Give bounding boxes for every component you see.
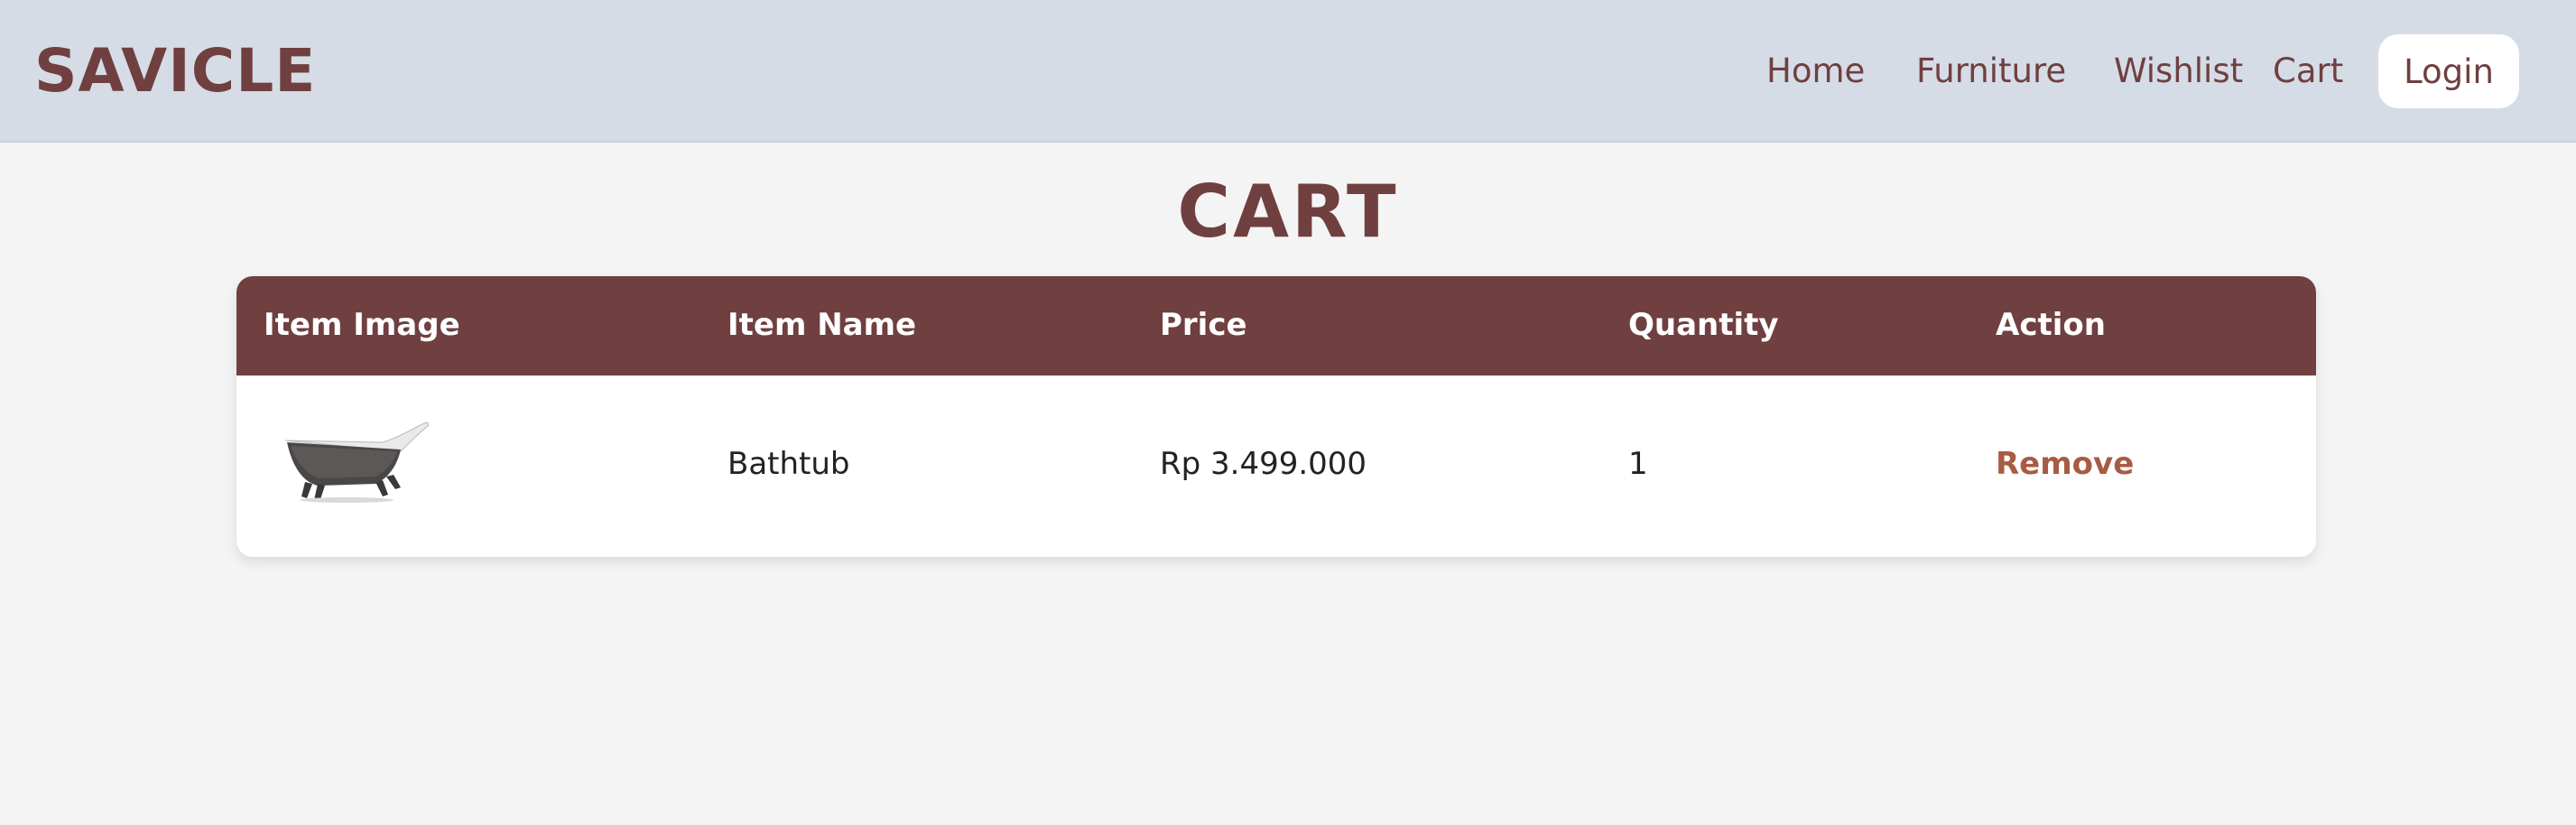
nav-home[interactable]: Home	[1766, 51, 1865, 92]
column-header-item-name: Item Name	[727, 307, 917, 343]
column-header-price: Price	[1160, 307, 1247, 343]
item-price: Rp 3.499.000	[1160, 446, 1367, 482]
brand-logo[interactable]: SAVICLE	[34, 36, 316, 107]
remove-button[interactable]: Remove	[1996, 444, 2134, 484]
nav-wishlist[interactable]: Wishlist	[2114, 51, 2243, 92]
item-name: Bathtub	[727, 446, 850, 482]
nav-furniture[interactable]: Furniture	[1916, 51, 2066, 92]
nav-cart[interactable]: Cart	[2273, 51, 2343, 92]
login-button[interactable]: Login	[2378, 34, 2519, 108]
page-title: CART	[1177, 170, 1399, 254]
column-header-quantity: Quantity	[1628, 307, 1779, 343]
cart-table: Item Image Item Name Price Quantity Acti…	[236, 276, 2316, 557]
table-header: Item Image Item Name Price Quantity Acti…	[236, 276, 2316, 375]
column-header-action: Action	[1996, 307, 2106, 343]
bathtub-image	[284, 422, 430, 503]
item-quantity: 1	[1628, 446, 1648, 482]
top-navbar: SAVICLE Home Furniture Wishlist Cart Log…	[0, 0, 2576, 143]
column-header-item-image: Item Image	[264, 307, 460, 343]
